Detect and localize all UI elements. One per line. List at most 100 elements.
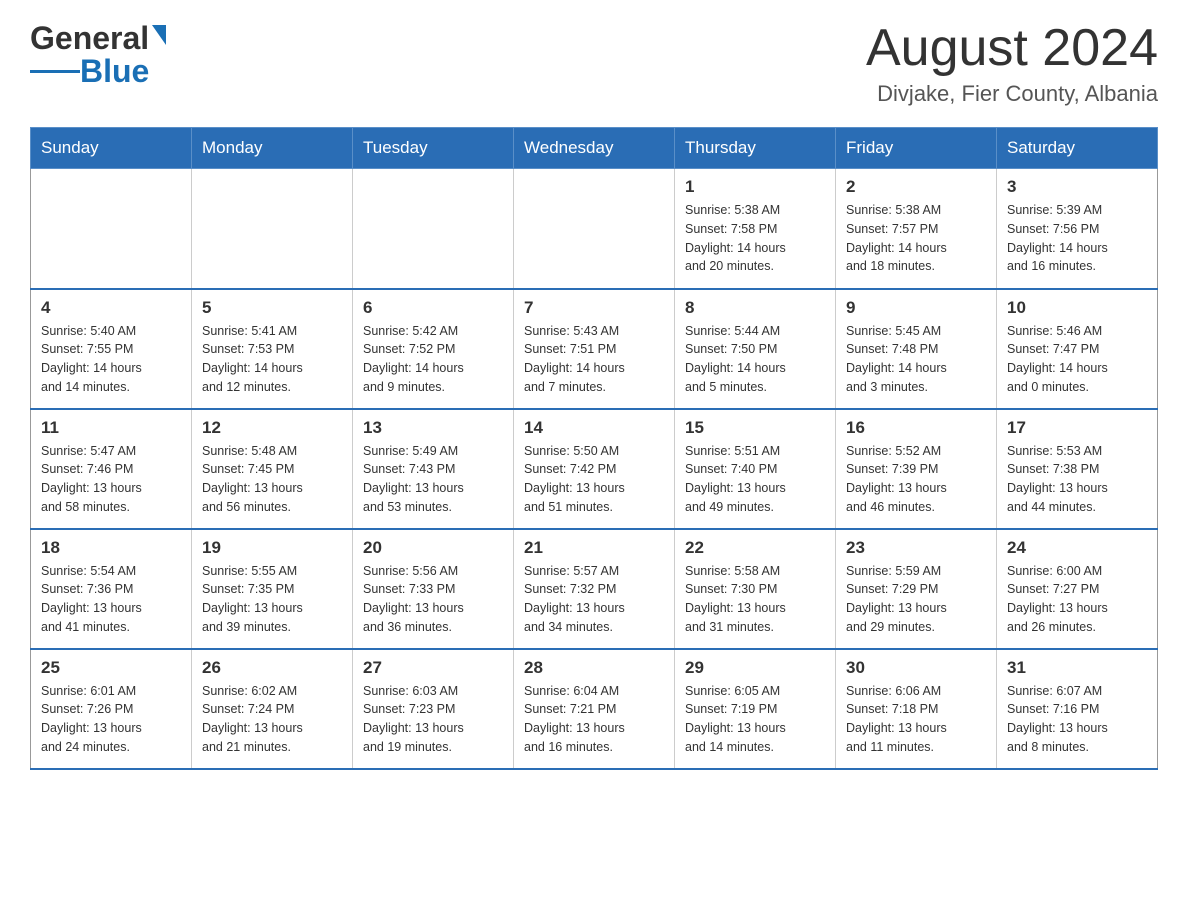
calendar-cell: 12 Sunrise: 5:48 AM Sunset: 7:45 PM Dayli… [192, 409, 353, 529]
calendar-week-row: 4 Sunrise: 5:40 AM Sunset: 7:55 PM Daylig… [31, 289, 1158, 409]
day-number: 17 [1007, 418, 1147, 438]
day-number: 5 [202, 298, 342, 318]
day-info: Sunrise: 5:39 AM Sunset: 7:56 PM Dayligh… [1007, 201, 1147, 276]
calendar-cell: 8 Sunrise: 5:44 AM Sunset: 7:50 PM Daylig… [675, 289, 836, 409]
day-info: Sunrise: 5:48 AM Sunset: 7:45 PM Dayligh… [202, 442, 342, 517]
day-info: Sunrise: 6:04 AM Sunset: 7:21 PM Dayligh… [524, 682, 664, 757]
day-info: Sunrise: 5:50 AM Sunset: 7:42 PM Dayligh… [524, 442, 664, 517]
calendar-cell: 26 Sunrise: 6:02 AM Sunset: 7:24 PM Dayli… [192, 649, 353, 769]
col-thursday: Thursday [675, 128, 836, 169]
day-number: 24 [1007, 538, 1147, 558]
month-year-title: August 2024 [866, 20, 1158, 77]
col-wednesday: Wednesday [514, 128, 675, 169]
day-info: Sunrise: 6:05 AM Sunset: 7:19 PM Dayligh… [685, 682, 825, 757]
day-info: Sunrise: 5:52 AM Sunset: 7:39 PM Dayligh… [846, 442, 986, 517]
day-info: Sunrise: 6:03 AM Sunset: 7:23 PM Dayligh… [363, 682, 503, 757]
col-friday: Friday [836, 128, 997, 169]
day-number: 25 [41, 658, 181, 678]
day-number: 1 [685, 177, 825, 197]
calendar-cell [514, 169, 675, 289]
day-number: 11 [41, 418, 181, 438]
calendar-cell: 9Sunrise: 5:45 AM Sunset: 7:48 PM Daylig… [836, 289, 997, 409]
calendar-table: Sunday Monday Tuesday Wednesday Thursday… [30, 127, 1158, 770]
calendar-cell: 6 Sunrise: 5:42 AM Sunset: 7:52 PM Daylig… [353, 289, 514, 409]
day-number: 13 [363, 418, 503, 438]
location-subtitle: Divjake, Fier County, Albania [866, 81, 1158, 107]
day-number: 27 [363, 658, 503, 678]
calendar-cell: 27 Sunrise: 6:03 AM Sunset: 7:23 PM Dayli… [353, 649, 514, 769]
day-info: Sunrise: 5:54 AM Sunset: 7:36 PM Dayligh… [41, 562, 181, 637]
day-info: Sunrise: 5:56 AM Sunset: 7:33 PM Dayligh… [363, 562, 503, 637]
day-number: 26 [202, 658, 342, 678]
day-number: 15 [685, 418, 825, 438]
calendar-cell: 18 Sunrise: 5:54 AM Sunset: 7:36 PM Dayli… [31, 529, 192, 649]
day-info: Sunrise: 5:38 AM Sunset: 7:57 PM Dayligh… [846, 201, 986, 276]
calendar-cell: 25 Sunrise: 6:01 AM Sunset: 7:26 PM Dayli… [31, 649, 192, 769]
calendar-cell: 23 Sunrise: 5:59 AM Sunset: 7:29 PM Dayli… [836, 529, 997, 649]
day-number: 2 [846, 177, 986, 197]
day-number: 18 [41, 538, 181, 558]
day-info: Sunrise: 5:43 AM Sunset: 7:51 PM Dayligh… [524, 322, 664, 397]
calendar-cell: 4 Sunrise: 5:40 AM Sunset: 7:55 PM Daylig… [31, 289, 192, 409]
calendar-cell: 10 Sunrise: 5:46 AM Sunset: 7:47 PM Dayli… [997, 289, 1158, 409]
calendar-cell: 7 Sunrise: 5:43 AM Sunset: 7:51 PM Daylig… [514, 289, 675, 409]
calendar-cell: 31Sunrise: 6:07 AM Sunset: 7:16 PM Dayli… [997, 649, 1158, 769]
calendar-cell: 2 Sunrise: 5:38 AM Sunset: 7:57 PM Daylig… [836, 169, 997, 289]
day-info: Sunrise: 6:01 AM Sunset: 7:26 PM Dayligh… [41, 682, 181, 757]
day-info: Sunrise: 6:07 AM Sunset: 7:16 PM Dayligh… [1007, 682, 1147, 757]
day-info: Sunrise: 5:46 AM Sunset: 7:47 PM Dayligh… [1007, 322, 1147, 397]
calendar-week-row: 25 Sunrise: 6:01 AM Sunset: 7:26 PM Dayli… [31, 649, 1158, 769]
day-number: 8 [685, 298, 825, 318]
day-info: Sunrise: 5:40 AM Sunset: 7:55 PM Dayligh… [41, 322, 181, 397]
calendar-cell: 17Sunrise: 5:53 AM Sunset: 7:38 PM Dayli… [997, 409, 1158, 529]
day-info: Sunrise: 5:44 AM Sunset: 7:50 PM Dayligh… [685, 322, 825, 397]
calendar-cell: 13 Sunrise: 5:49 AM Sunset: 7:43 PM Dayli… [353, 409, 514, 529]
col-saturday: Saturday [997, 128, 1158, 169]
calendar-cell: 5Sunrise: 5:41 AM Sunset: 7:53 PM Daylig… [192, 289, 353, 409]
day-info: Sunrise: 6:06 AM Sunset: 7:18 PM Dayligh… [846, 682, 986, 757]
calendar-cell: 11 Sunrise: 5:47 AM Sunset: 7:46 PM Dayli… [31, 409, 192, 529]
col-monday: Monday [192, 128, 353, 169]
day-number: 21 [524, 538, 664, 558]
calendar-cell: 15 Sunrise: 5:51 AM Sunset: 7:40 PM Dayli… [675, 409, 836, 529]
day-info: Sunrise: 5:47 AM Sunset: 7:46 PM Dayligh… [41, 442, 181, 517]
day-info: Sunrise: 5:59 AM Sunset: 7:29 PM Dayligh… [846, 562, 986, 637]
day-number: 28 [524, 658, 664, 678]
calendar-cell: 30Sunrise: 6:06 AM Sunset: 7:18 PM Dayli… [836, 649, 997, 769]
day-number: 20 [363, 538, 503, 558]
day-number: 29 [685, 658, 825, 678]
page-header: General Blue August 2024 Divjake, Fier C… [30, 20, 1158, 107]
day-number: 7 [524, 298, 664, 318]
calendar-cell [192, 169, 353, 289]
logo-general: General [30, 20, 149, 57]
title-area: August 2024 Divjake, Fier County, Albani… [866, 20, 1158, 107]
calendar-cell: 16Sunrise: 5:52 AM Sunset: 7:39 PM Dayli… [836, 409, 997, 529]
day-number: 6 [363, 298, 503, 318]
day-number: 10 [1007, 298, 1147, 318]
day-info: Sunrise: 5:51 AM Sunset: 7:40 PM Dayligh… [685, 442, 825, 517]
day-number: 9 [846, 298, 986, 318]
calendar-week-row: 1Sunrise: 5:38 AM Sunset: 7:58 PM Daylig… [31, 169, 1158, 289]
calendar-cell: 24Sunrise: 6:00 AM Sunset: 7:27 PM Dayli… [997, 529, 1158, 649]
day-info: Sunrise: 5:57 AM Sunset: 7:32 PM Dayligh… [524, 562, 664, 637]
day-info: Sunrise: 5:55 AM Sunset: 7:35 PM Dayligh… [202, 562, 342, 637]
logo-triangle-icon [152, 25, 166, 45]
col-sunday: Sunday [31, 128, 192, 169]
day-info: Sunrise: 5:42 AM Sunset: 7:52 PM Dayligh… [363, 322, 503, 397]
day-number: 23 [846, 538, 986, 558]
calendar-week-row: 18 Sunrise: 5:54 AM Sunset: 7:36 PM Dayli… [31, 529, 1158, 649]
calendar-cell [353, 169, 514, 289]
calendar-cell: 3Sunrise: 5:39 AM Sunset: 7:56 PM Daylig… [997, 169, 1158, 289]
calendar-week-row: 11 Sunrise: 5:47 AM Sunset: 7:46 PM Dayli… [31, 409, 1158, 529]
calendar-cell: 21 Sunrise: 5:57 AM Sunset: 7:32 PM Dayli… [514, 529, 675, 649]
day-number: 4 [41, 298, 181, 318]
day-info: Sunrise: 5:49 AM Sunset: 7:43 PM Dayligh… [363, 442, 503, 517]
calendar-header-row: Sunday Monday Tuesday Wednesday Thursday… [31, 128, 1158, 169]
day-number: 12 [202, 418, 342, 438]
calendar-cell: 14Sunrise: 5:50 AM Sunset: 7:42 PM Dayli… [514, 409, 675, 529]
calendar-cell: 29 Sunrise: 6:05 AM Sunset: 7:19 PM Dayli… [675, 649, 836, 769]
day-info: Sunrise: 6:02 AM Sunset: 7:24 PM Dayligh… [202, 682, 342, 757]
col-tuesday: Tuesday [353, 128, 514, 169]
calendar-cell: 28 Sunrise: 6:04 AM Sunset: 7:21 PM Dayli… [514, 649, 675, 769]
calendar-cell [31, 169, 192, 289]
